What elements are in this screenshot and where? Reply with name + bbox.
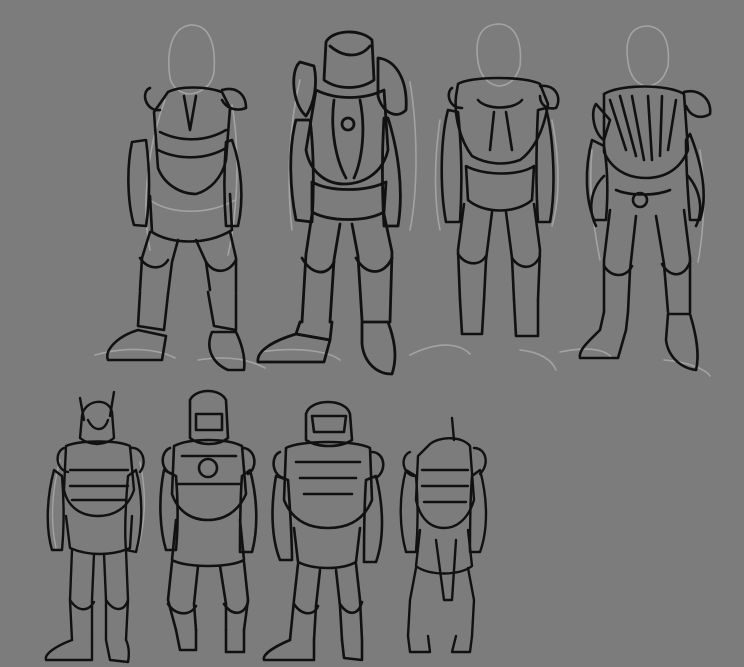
armor-sketch-sheet — [0, 0, 744, 667]
sketch-canvas — [0, 0, 744, 667]
